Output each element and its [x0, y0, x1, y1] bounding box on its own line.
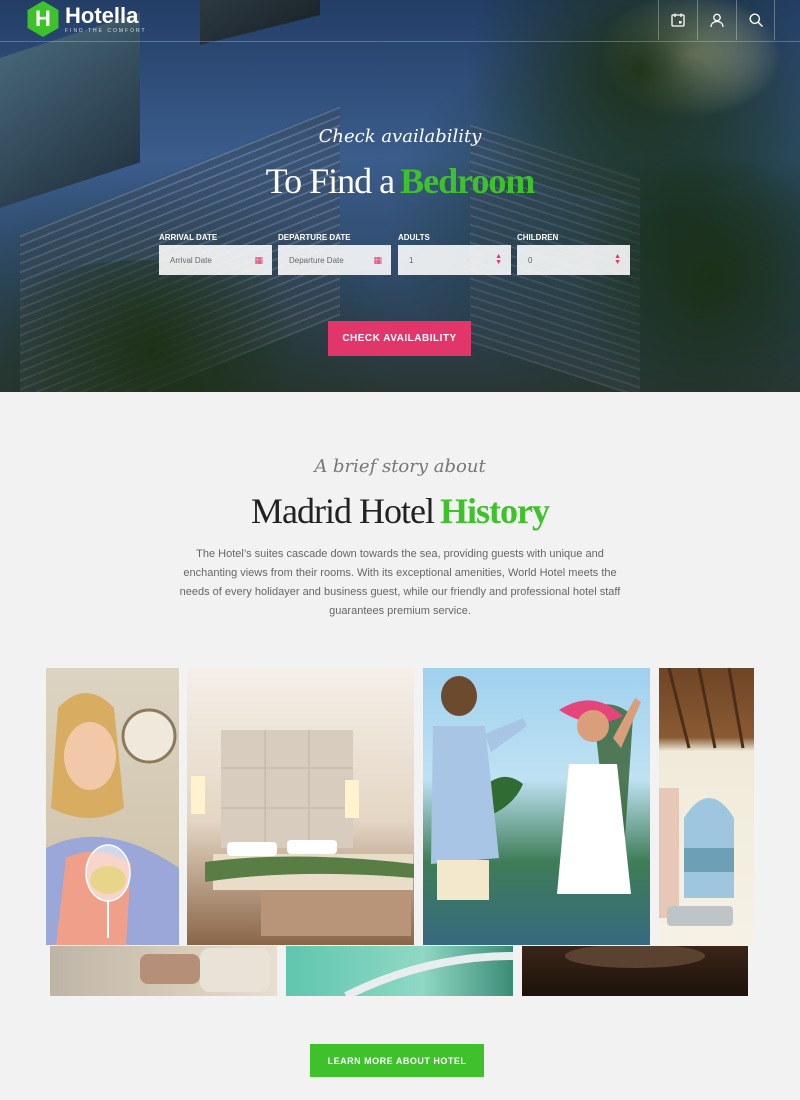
adults-label: ADULTS [398, 233, 430, 242]
logo-text: Hotella FIND THE COMFORT [65, 2, 147, 35]
user-icon[interactable] [697, 0, 736, 40]
hero-section: H Hotella FIND THE COMFORT Check availab… [0, 0, 800, 392]
stepper-icon[interactable]: ▲ ▼ [495, 253, 502, 266]
hero-title-accent: Bedroom [400, 161, 535, 201]
children-value: 0 [528, 255, 533, 265]
photo-bedroom[interactable] [187, 668, 414, 945]
learn-more-button[interactable]: LEARN MORE ABOUT HOTEL [310, 1044, 484, 1077]
photo-pool[interactable] [286, 946, 513, 996]
top-bar: H Hotella FIND THE COMFORT [0, 0, 800, 42]
brand-tagline: FIND THE COMFORT [65, 27, 147, 34]
hero-subtitle: Check availability [318, 126, 482, 147]
brand-name: Hotella [65, 2, 139, 28]
photo-woman-wine[interactable] [46, 668, 179, 945]
adults-value: 1 [409, 255, 414, 265]
departure-date-label: DEPARTURE DATE [278, 233, 351, 242]
adults-field: ADULTS 1 ▲ ▼ [398, 233, 511, 275]
children-label: CHILDREN [517, 233, 559, 242]
arrival-date-label: ARRIVAL DATE [159, 233, 218, 242]
history-subtitle: A brief story about [314, 456, 486, 477]
photo-villa-window[interactable] [659, 668, 754, 945]
search-icon[interactable] [736, 0, 775, 40]
hero-title-main: To Find a [265, 161, 395, 201]
history-title: Madrid Hotel History [0, 490, 800, 532]
calendar-icon[interactable] [658, 0, 697, 40]
logo-mark-icon: H [27, 1, 59, 37]
adults-select[interactable]: 1 ▲ ▼ [398, 245, 511, 275]
arrival-date-input[interactable]: Arrival Date ▦ [159, 245, 272, 275]
departure-date-input[interactable]: Departure Date ▦ [278, 245, 391, 275]
calendar-icon[interactable]: ▦ [254, 255, 263, 266]
header-icons [658, 0, 775, 40]
children-select[interactable]: 0 ▲ ▼ [517, 245, 630, 275]
logo[interactable]: H Hotella FIND THE COMFORT [25, 1, 147, 37]
arrival-date-placeholder: Arrival Date [170, 255, 212, 265]
check-availability-button[interactable]: CHECK AVAILABILITY [328, 321, 471, 356]
history-title-accent: History [439, 491, 550, 531]
photo-dining[interactable] [522, 946, 748, 996]
calendar-icon[interactable]: ▦ [373, 255, 382, 266]
stepper-icon[interactable]: ▲ ▼ [614, 253, 621, 266]
departure-date-field: DEPARTURE DATE Departure Date ▦ [278, 233, 391, 275]
history-description: The Hotel’s suites cascade down towards … [179, 548, 621, 617]
departure-date-placeholder: Departure Date [289, 255, 344, 265]
photo-couple-beach[interactable] [423, 668, 650, 945]
children-field: CHILDREN 0 ▲ ▼ [517, 233, 630, 275]
photo-lounge[interactable] [50, 946, 277, 996]
arrival-date-field: ARRIVAL DATE Arrival Date ▦ [159, 233, 272, 275]
hero-title: To Find a Bedroom [0, 160, 800, 202]
history-title-main: Madrid Hotel [251, 491, 435, 531]
